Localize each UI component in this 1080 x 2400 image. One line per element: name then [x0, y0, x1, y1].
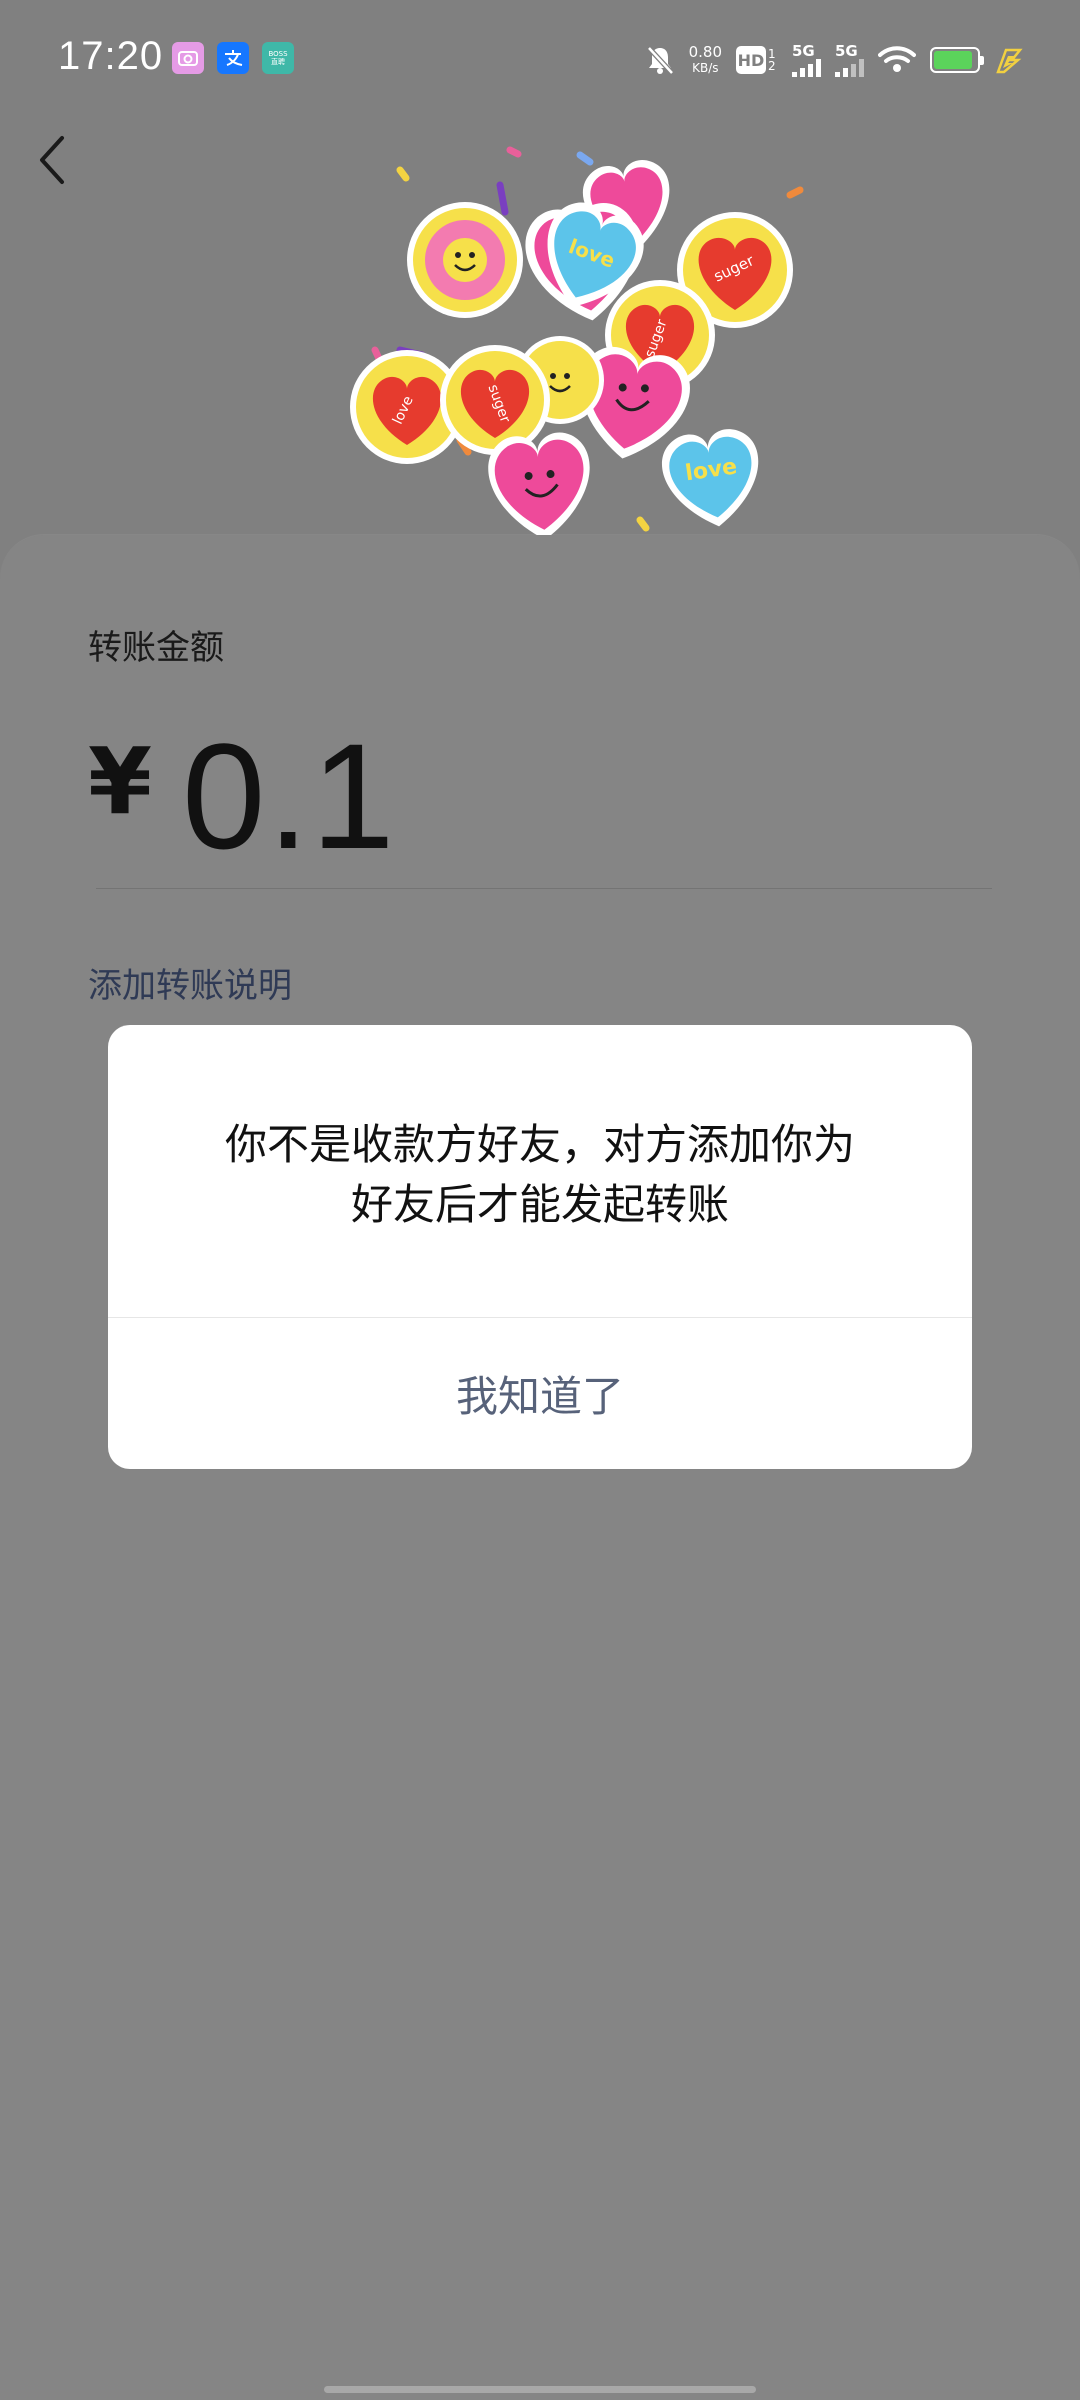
alert-dialog: 你不是收款方好友，对方添加你为 好友后才能发起转账 我知道了: [108, 1025, 972, 1469]
hd-sub: 1 2: [768, 47, 776, 73]
boss-app-label: BOSS 直聘: [268, 50, 288, 66]
sticker-cluster: love suger suger love suger love: [340, 140, 820, 580]
signal-sim1: 5G: [792, 41, 821, 77]
status-bar: 17:20 BOSS 直聘 0.80 KB/s HD 1 2 5G 5G: [0, 0, 1080, 120]
dialog-message-line2: 好友后才能发起转账: [350, 1180, 729, 1229]
signal-bars-icon: [835, 58, 864, 77]
net-speed: 0.80 KB/s: [689, 44, 722, 76]
camera-app-icon: [172, 42, 204, 74]
add-transfer-note-link[interactable]: 添加转账说明: [88, 958, 292, 1007]
charging-icon: [996, 48, 1023, 74]
amount-label: 转账金额: [88, 628, 224, 668]
dialog-message: 你不是收款方好友，对方添加你为 好友后才能发起转账: [108, 1115, 972, 1235]
home-indicator[interactable]: [324, 2386, 756, 2393]
boss-app-icon: BOSS 直聘: [262, 42, 294, 74]
wifi-icon: [878, 46, 916, 72]
net-speed-value: 0.80: [688, 43, 722, 61]
hd-icon: HD: [736, 46, 766, 74]
signal-bars-icon: [792, 58, 821, 77]
net-speed-unit: KB/s: [692, 61, 719, 75]
status-icons: 0.80 KB/s HD 1 2 5G 5G: [645, 36, 1024, 84]
heart-stickers-image: love suger suger love suger love: [350, 146, 804, 559]
mute-bell-icon: [646, 46, 674, 75]
signal-sim2: 5G: [835, 41, 864, 77]
sim1-label: 5G: [792, 41, 815, 60]
back-button[interactable]: [30, 130, 80, 190]
currency-symbol: ¥: [88, 728, 153, 835]
amount-input[interactable]: 0.1: [182, 710, 397, 883]
dialog-message-line1: 你不是收款方好友，对方添加你为: [224, 1120, 855, 1169]
alipay-app-icon: [217, 42, 249, 74]
chevron-left-icon: [40, 136, 64, 184]
sim2-label: 5G: [835, 41, 858, 60]
got-it-button[interactable]: 我知道了: [108, 1318, 972, 1469]
amount-divider: [96, 888, 992, 889]
hd-indicator: HD 1 2: [736, 46, 778, 74]
status-time: 17:20: [58, 34, 164, 78]
battery-icon: [930, 47, 984, 73]
